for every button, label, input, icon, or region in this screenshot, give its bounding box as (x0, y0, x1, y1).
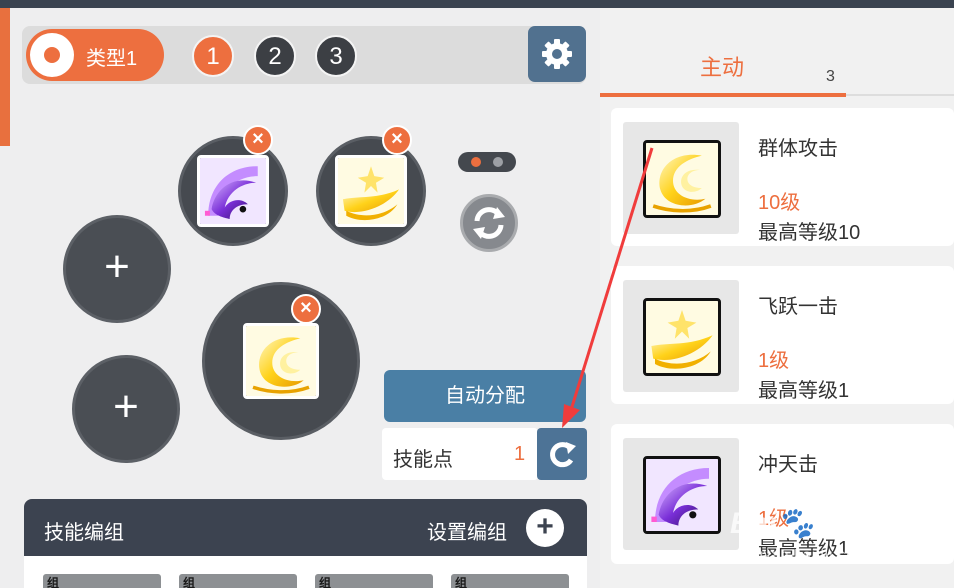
remove-slot-main-button[interactable]: × (291, 294, 321, 324)
skill-icon-crescent (243, 323, 319, 399)
skill-max-level: 最高等级10 (758, 222, 861, 244)
tab-active-skills[interactable]: 主动 (700, 50, 744, 82)
reset-points-button[interactable] (537, 428, 587, 480)
skill-level: 1级 (758, 350, 790, 372)
skill-slot-1[interactable] (178, 136, 288, 246)
group-slot-1[interactable]: 组 (43, 574, 161, 588)
remove-slot-1-button[interactable]: × (243, 125, 273, 155)
set-group-button-label[interactable]: 设置编组 (427, 516, 507, 545)
page-dot-active (471, 157, 481, 167)
skill-points-label: 技能点 (393, 449, 453, 471)
skill-group-title: 技能编组 (44, 522, 124, 544)
skill-icon-leap (643, 298, 721, 376)
skill-name: 群体攻击 (758, 138, 838, 160)
skill-card-icon-frame (623, 280, 739, 392)
baidu-watermark-url: jingyan.baidu.com (738, 546, 868, 562)
skill-card-3[interactable]: 冲天击 1级 最高等级1 (611, 424, 954, 564)
skill-icon-leap (335, 155, 407, 227)
skill-icon-crescent (643, 140, 721, 218)
skill-name: 飞跃一击 (758, 296, 838, 318)
top-bar (0, 0, 954, 8)
page-button-3[interactable]: 3 (315, 35, 357, 77)
skill-slot-2[interactable] (316, 136, 426, 246)
group-slot-4[interactable]: 组 (451, 574, 569, 588)
auto-assign-button[interactable]: 自动分配 (384, 370, 586, 422)
add-skill-slot-1[interactable]: + (63, 215, 171, 323)
type-label: 类型1 (86, 48, 138, 70)
group-slot-label: 组 (455, 576, 468, 588)
swap-slots-button[interactable] (460, 194, 518, 252)
skill-card-2[interactable]: 飞跃一击 1级 最高等级1 (611, 266, 954, 404)
slot-page-indicator (458, 152, 516, 172)
skill-card-icon-frame (623, 438, 739, 550)
skill-icon-rising (197, 155, 269, 227)
group-slot-label: 组 (183, 576, 196, 588)
gear-icon (542, 39, 572, 69)
skill-card-1[interactable]: 群体攻击 10级 最高等级10 (611, 108, 954, 246)
refresh-icon (550, 442, 576, 468)
settings-button[interactable] (528, 26, 586, 82)
tab-skill-count: 3 (826, 68, 835, 85)
group-slot-label: 组 (47, 576, 60, 588)
add-skill-slot-2[interactable]: + (72, 355, 180, 463)
skill-card-icon-frame (623, 122, 739, 234)
add-group-button[interactable]: + (526, 509, 564, 547)
tab-divider (846, 94, 954, 96)
group-slot-label: 组 (319, 576, 332, 588)
skill-points-value: 1 (514, 443, 526, 465)
group-slot-2[interactable]: 组 (179, 574, 297, 588)
group-slot-3[interactable]: 组 (315, 574, 433, 588)
skill-slot-main[interactable] (202, 282, 360, 440)
skill-name: 冲天击 (758, 454, 818, 476)
toggle-knob-icon (30, 33, 74, 77)
swap-icon (473, 207, 505, 239)
page-button-2[interactable]: 2 (254, 35, 296, 77)
baidu-watermark-logo: Bai🐾u经验 (730, 507, 893, 540)
remove-slot-2-button[interactable]: × (382, 125, 412, 155)
accent-strip (0, 8, 10, 146)
page-dot (493, 157, 503, 167)
skill-level: 10级 (758, 192, 801, 214)
skill-max-level: 最高等级1 (758, 380, 850, 402)
page-button-1[interactable]: 1 (192, 35, 234, 77)
skill-icon-rising (643, 456, 721, 534)
active-tab-underline (600, 93, 846, 97)
